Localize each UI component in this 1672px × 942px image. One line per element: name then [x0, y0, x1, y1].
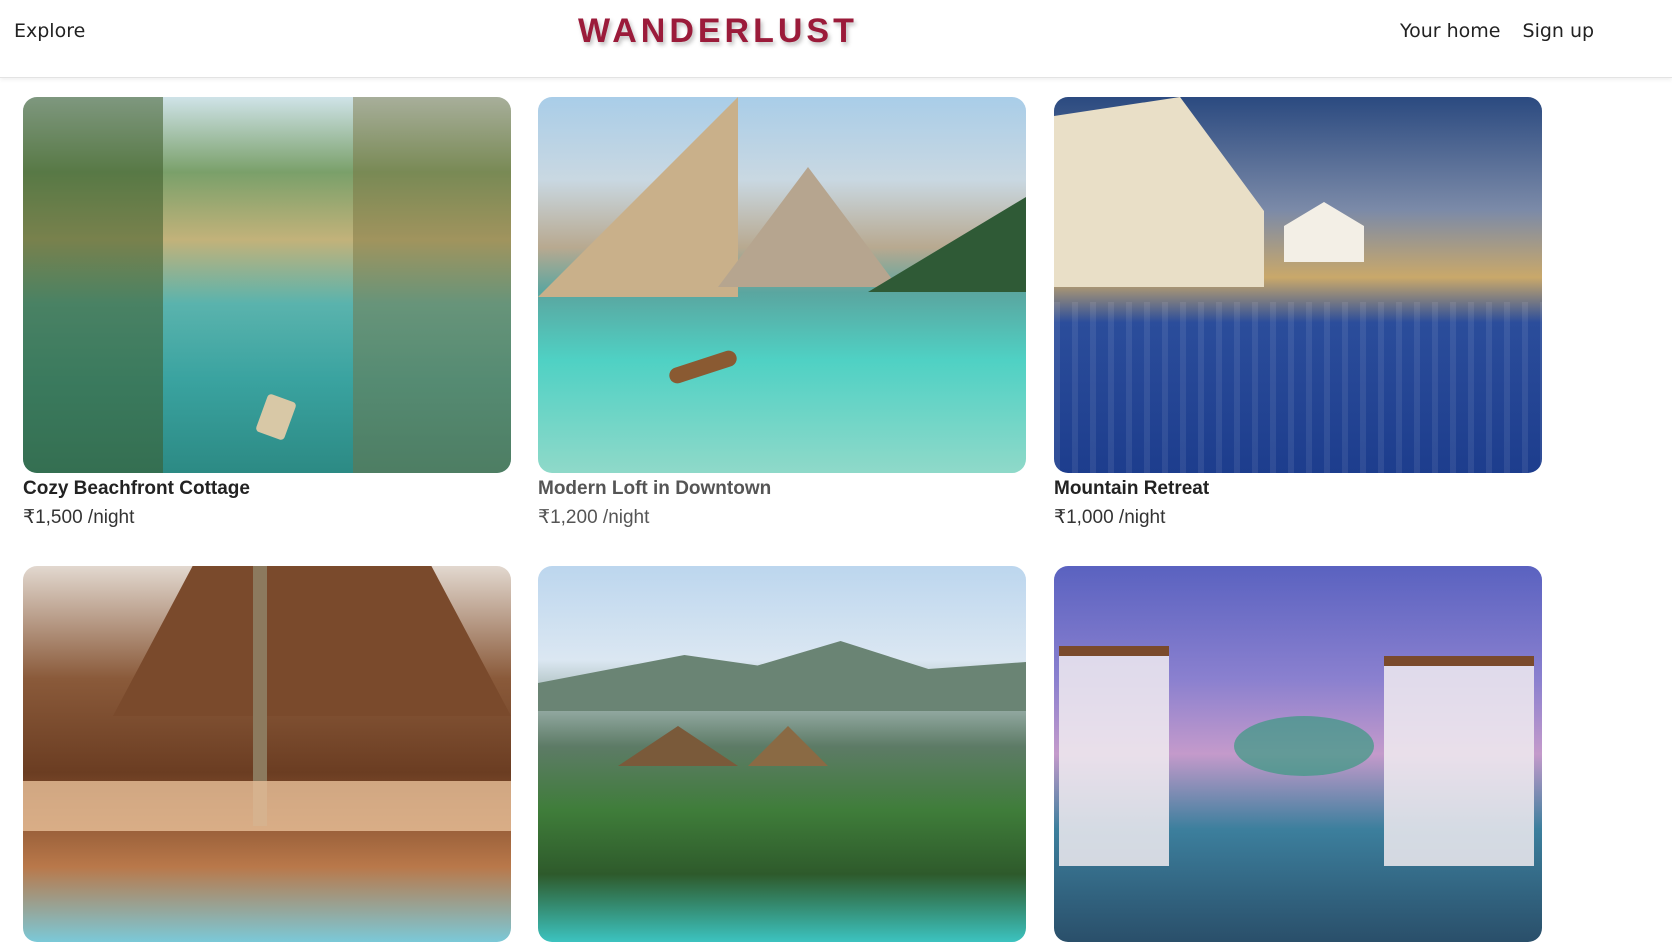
listing-card[interactable] — [1054, 566, 1542, 942]
navbar: Explore WANDERLUST Your home Sign up — [0, 0, 1672, 78]
brand-logo[interactable]: WANDERLUST — [578, 12, 858, 51]
listing-title[interactable]: Mountain Retreat — [1054, 478, 1542, 500]
listing-card[interactable]: Mountain Retreat ₹1,000 /night — [1054, 97, 1542, 529]
nav-right-links: Your home Sign up — [1400, 20, 1610, 42]
listing-image[interactable] — [23, 97, 511, 473]
listing-title[interactable]: Modern Loft in Downtown — [538, 478, 1026, 500]
listing-price: ₹1,500 /night — [23, 507, 135, 528]
listing-card[interactable]: Cozy Beachfront Cottage ₹1,500 /night — [23, 97, 511, 529]
listing-image[interactable] — [23, 566, 511, 942]
listing-image[interactable] — [538, 97, 1026, 473]
nav-your-home-link[interactable]: Your home — [1400, 20, 1500, 42]
listing-image[interactable] — [538, 566, 1026, 942]
listing-card[interactable] — [538, 566, 1026, 942]
nav-sign-up-link[interactable]: Sign up — [1523, 20, 1595, 42]
listing-image[interactable] — [1054, 97, 1542, 473]
listing-image[interactable] — [1054, 566, 1542, 942]
listing-price: ₹1,000 /night — [1054, 507, 1166, 528]
listing-card[interactable] — [23, 566, 511, 942]
listing-title[interactable]: Cozy Beachfront Cottage — [23, 478, 511, 500]
listing-card[interactable]: Modern Loft in Downtown ₹1,200 /night — [538, 97, 1026, 529]
listing-price: ₹1,200 /night — [538, 507, 650, 528]
nav-explore-link[interactable]: Explore — [14, 20, 85, 42]
